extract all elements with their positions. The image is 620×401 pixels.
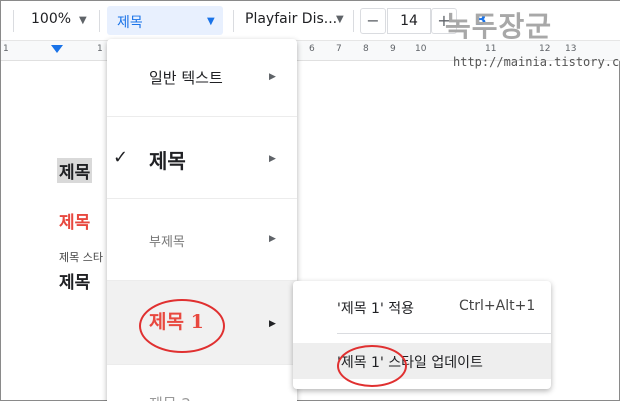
toolbar-divider <box>99 10 100 32</box>
toolbar-divider <box>233 10 234 32</box>
menu-item-label: 제목 2 <box>149 393 191 401</box>
paragraph-style-select[interactable]: 제목 ▼ <box>107 6 223 35</box>
submenu-arrow-icon: ▶ <box>269 154 276 164</box>
menu-item-normal-text[interactable]: 일반 텍스트 ▶ <box>107 39 297 117</box>
submenu-arrow-icon: ▶ <box>269 319 276 329</box>
indent-marker-icon[interactable] <box>51 45 63 53</box>
ruler-tick: 1 <box>97 44 103 54</box>
doc-title-line[interactable]: 제목 <box>57 158 93 183</box>
doc-heading1-line[interactable]: 제목 <box>59 208 90 233</box>
ruler-tick: 8 <box>363 44 369 54</box>
toolbar-divider <box>353 10 354 32</box>
ruler-tick: 6 <box>309 44 315 54</box>
menu-item-label: 일반 텍스트 <box>149 69 223 87</box>
ruler-tick: 1 <box>3 44 9 54</box>
ruler-tick: 10 <box>415 44 427 54</box>
doc-subtitle-line[interactable]: 제목 스타 <box>59 249 103 265</box>
watermark-url: http://mainia.tistory.com <box>453 55 620 69</box>
font-family-select[interactable]: Playfair Dis... <box>245 11 337 27</box>
checkmark-icon: ✓ <box>113 147 129 168</box>
ruler-tick: 13 <box>565 44 577 54</box>
submenu-divider <box>337 333 551 334</box>
font-size-input[interactable]: 14 <box>387 8 431 34</box>
zoom-chevron-down-icon[interactable]: ▼ <box>79 15 87 26</box>
heading-1-submenu: '제목 1' 적용 Ctrl+Alt+1 '제목 1' 스타일 업데이트 <box>293 281 551 389</box>
style-chevron-down-icon: ▼ <box>207 16 215 27</box>
keyboard-shortcut: Ctrl+Alt+1 <box>459 298 536 314</box>
ruler-tick: 12 <box>539 44 551 54</box>
ruler-tick: 7 <box>336 44 342 54</box>
decrease-font-size-button[interactable]: − <box>360 8 386 34</box>
toolbar-divider <box>13 10 14 32</box>
submenu-arrow-icon: ▶ <box>269 234 276 244</box>
doc-heading2-line[interactable]: 제목 <box>59 268 90 293</box>
menu-item-subtitle[interactable]: 부제목 ▶ <box>107 199 297 281</box>
font-chevron-down-icon[interactable]: ▼ <box>336 14 344 25</box>
watermark-logo: 녹두장군 <box>445 10 553 43</box>
zoom-select[interactable]: 100% <box>31 11 71 27</box>
style-select-label: 제목 <box>117 15 143 31</box>
menu-item-label: 부제목 <box>149 235 185 250</box>
update-heading-1-style-item[interactable]: '제목 1' 스타일 업데이트 <box>293 343 551 379</box>
menu-item-heading-2[interactable]: 제목 2 <box>107 365 297 401</box>
annotation-ellipse <box>337 345 407 387</box>
annotation-ellipse <box>139 299 225 353</box>
apply-heading-1-label: '제목 1' 적용 <box>337 301 415 317</box>
ruler-tick: 9 <box>390 44 396 54</box>
menu-item-label: 제목 <box>149 149 186 173</box>
submenu-arrow-icon: ▶ <box>269 72 276 82</box>
ruler-tick: 11 <box>485 44 497 54</box>
menu-item-title[interactable]: ✓ 제목 ▶ <box>107 117 297 199</box>
apply-heading-1-item[interactable]: '제목 1' 적용 Ctrl+Alt+1 <box>293 281 551 333</box>
